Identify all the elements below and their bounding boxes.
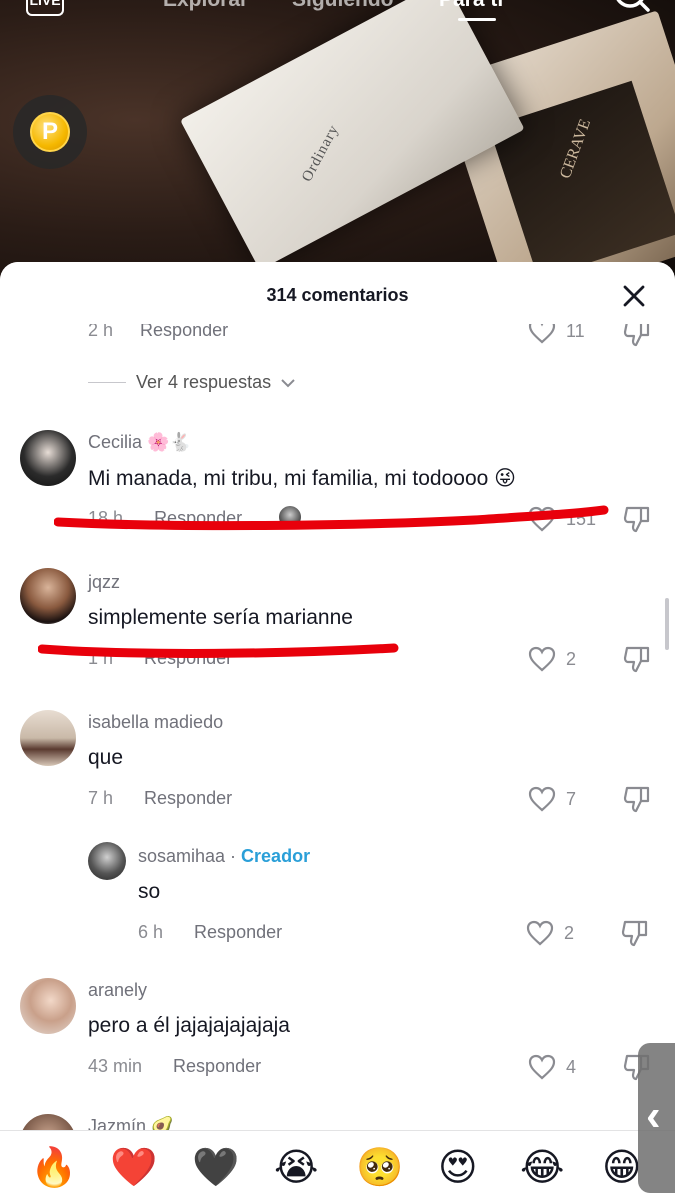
comment-time: 7 h: [88, 788, 114, 808]
avatar[interactable]: [88, 842, 126, 880]
like-button[interactable]: 4: [528, 1054, 576, 1080]
like-button[interactable]: 7: [528, 786, 576, 812]
comment-text: que: [88, 746, 124, 769]
top-navigation: LIVE Explorar Siguiendo Para ti: [0, 0, 675, 22]
emoji-pleading-button[interactable]: 🥺: [356, 1145, 403, 1189]
reply-button[interactable]: Responder: [194, 922, 282, 942]
coin-icon: P: [30, 112, 70, 152]
like-count: 2: [564, 922, 575, 943]
view-replies-button[interactable]: Ver 4 respuestas: [88, 372, 295, 393]
close-icon[interactable]: [618, 280, 650, 312]
product-box-left: [180, 0, 525, 271]
avatar[interactable]: [20, 568, 76, 624]
like-count: 7: [566, 788, 577, 809]
tab-explorar[interactable]: Explorar: [163, 0, 248, 12]
like-count: 2: [566, 648, 577, 669]
emoji-heart-eyes-button[interactable]: 😍: [438, 1145, 478, 1189]
search-icon[interactable]: [612, 0, 652, 16]
reply-text: so: [138, 880, 161, 903]
heart-icon: [528, 646, 556, 672]
dislike-icon[interactable]: [622, 504, 652, 534]
avatar[interactable]: [20, 430, 76, 486]
replies-divider: [88, 382, 126, 383]
reply-username[interactable]: sosamihaa · Creador: [138, 846, 310, 867]
comment-text: Mi manada, mi tribu, mi familia, mi todo…: [88, 467, 517, 490]
tab-para-ti[interactable]: Para ti: [439, 0, 503, 12]
emoji-tears-of-joy-button[interactable]: 😂: [520, 1145, 564, 1189]
comment-username[interactable]: Cecilia 🌸🐇: [88, 432, 192, 453]
video-background[interactable]: CERAVE Ordinary: [0, 0, 675, 300]
creator-badge: Creador: [241, 846, 311, 866]
reply-button[interactable]: Responder: [144, 788, 232, 808]
side-drawer-handle[interactable]: ‹: [638, 1043, 675, 1193]
coin-rewards-button[interactable]: P: [13, 95, 87, 169]
dislike-icon[interactable]: [620, 918, 650, 948]
like-button[interactable]: 2: [526, 920, 574, 946]
emoji-black-heart-button[interactable]: 🖤: [192, 1145, 239, 1189]
like-count: 4: [566, 1056, 577, 1077]
heart-icon: [528, 1054, 556, 1080]
emoji-grin-button[interactable]: 😁: [602, 1145, 642, 1189]
comment-meta: 43 min Responder: [88, 1056, 261, 1077]
reply-button[interactable]: Responder: [173, 1056, 261, 1076]
comment-time: 43 min: [88, 1056, 143, 1076]
comment-username[interactable]: jqzz: [88, 572, 120, 593]
scrollbar[interactable]: [665, 598, 669, 650]
active-tab-indicator: [458, 18, 496, 21]
comment-username[interactable]: isabella madiedo: [88, 712, 223, 733]
emoji-red-heart-button[interactable]: ❤️: [110, 1145, 157, 1189]
red-highlight-stroke: [38, 643, 399, 658]
comments-count-title: 314 comentarios: [0, 262, 675, 324]
avatar[interactable]: [20, 710, 76, 766]
comment-text: pero a él jajajajajajaja: [88, 1014, 290, 1037]
like-button[interactable]: 2: [528, 646, 576, 672]
chevron-left-icon: ‹: [646, 1091, 661, 1140]
comment-username[interactable]: aranely: [88, 980, 147, 1001]
tab-siguiendo[interactable]: Siguiendo: [292, 0, 394, 12]
comment-text: simplemente sería marianne: [88, 606, 353, 629]
reply-meta: 6 h Responder: [138, 922, 282, 943]
dislike-icon[interactable]: [622, 784, 652, 814]
live-icon[interactable]: LIVE: [26, 0, 64, 16]
dislike-icon[interactable]: [622, 644, 652, 674]
comments-sheet: 314 comentarios 2 h Responder 11 Ver 4 r…: [0, 262, 675, 1200]
heart-icon: [526, 920, 554, 946]
emoji-crying-button[interactable]: 😭: [274, 1145, 318, 1189]
heart-icon: [528, 786, 556, 812]
emoji-quick-bar: 🔥 ❤️ 🖤 😭 🥺 😍 😂 😁: [0, 1130, 675, 1200]
emoji-fire-button[interactable]: 🔥: [30, 1145, 77, 1189]
comment-meta: 7 h Responder: [88, 788, 232, 809]
comments-list[interactable]: 2 h Responder 11 Ver 4 respuestas Cecili…: [0, 262, 675, 1170]
avatar[interactable]: [20, 978, 76, 1034]
reply-time: 6 h: [138, 922, 164, 942]
red-highlight-stroke: [54, 505, 609, 531]
chevron-down-icon: [281, 378, 295, 387]
